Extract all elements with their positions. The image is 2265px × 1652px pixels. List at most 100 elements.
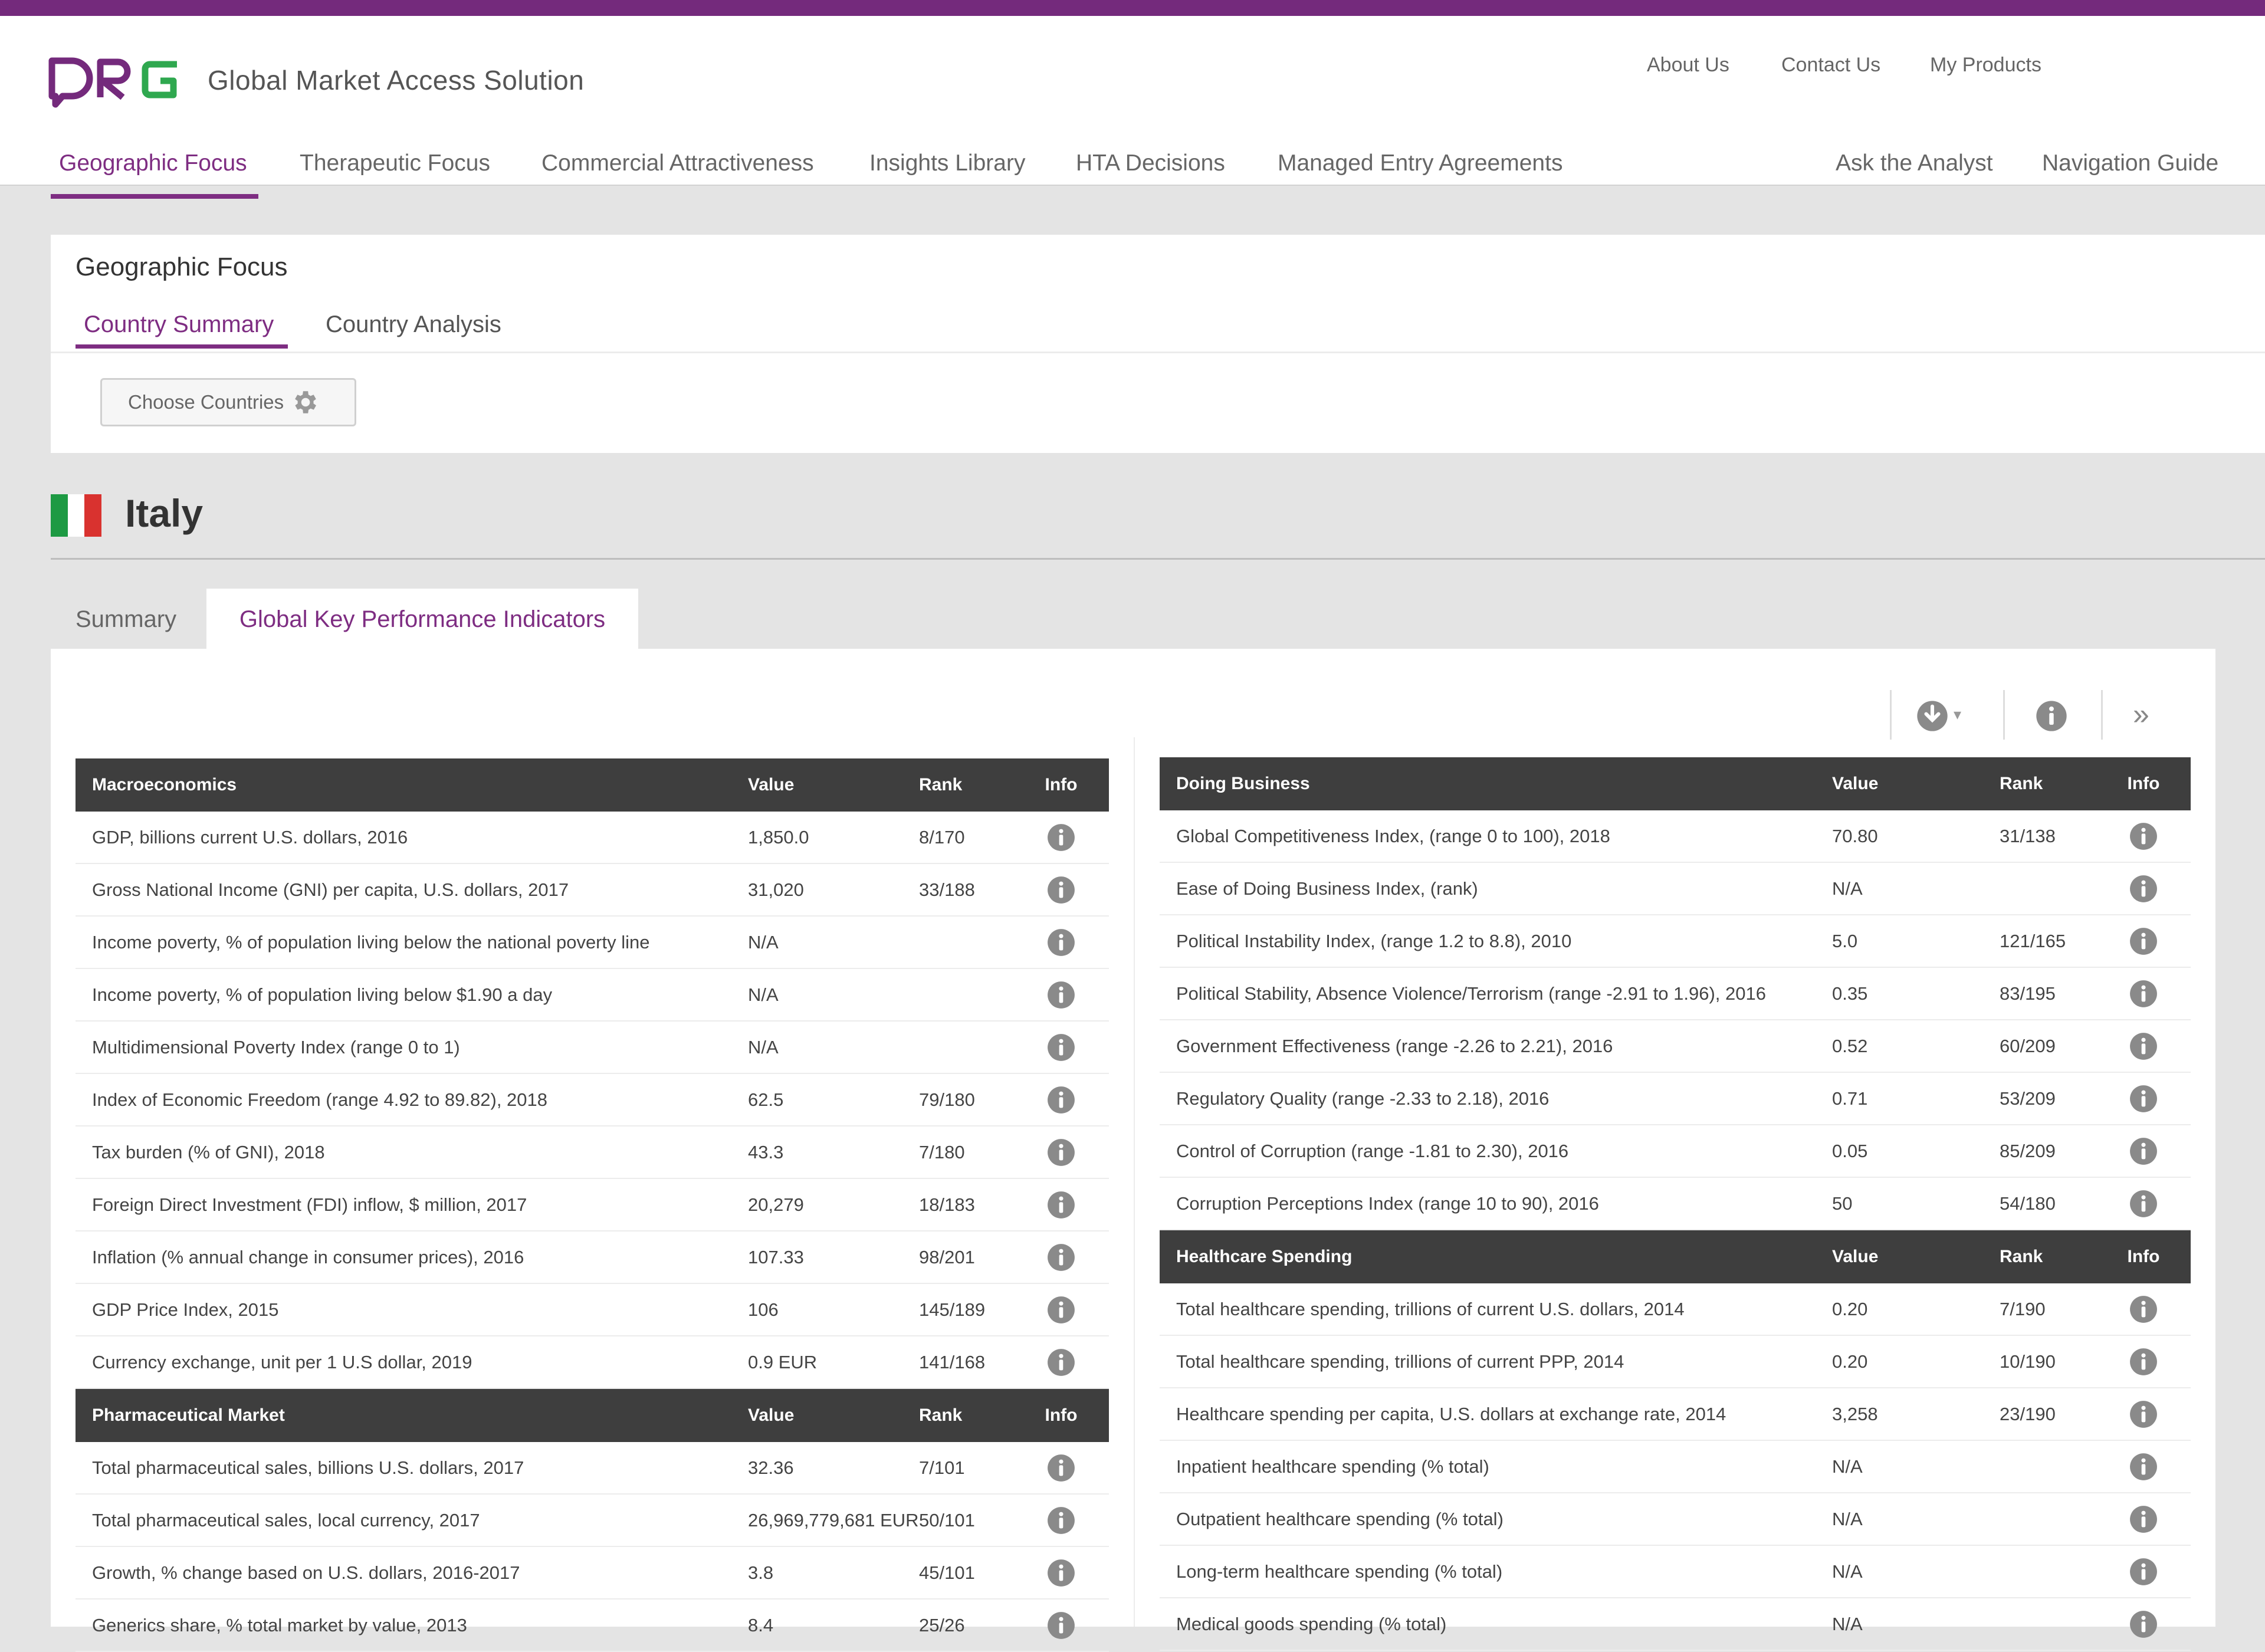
info-icon[interactable] xyxy=(1046,1506,1076,1535)
indicator-label: Index of Economic Freedom (range 4.92 to… xyxy=(76,1073,748,1126)
info-icon[interactable] xyxy=(2129,1610,2158,1639)
info-icon[interactable] xyxy=(2129,1452,2158,1482)
info-icon[interactable] xyxy=(1046,1138,1076,1167)
indicator-rank: 54/180 xyxy=(2000,1177,2096,1230)
indicator-rank: 25/26 xyxy=(919,1599,1013,1652)
info-icon[interactable] xyxy=(2129,1189,2158,1219)
nav-active-indicator xyxy=(51,194,258,199)
info-icon[interactable] xyxy=(1046,1453,1076,1483)
info-cell xyxy=(2096,1545,2191,1598)
indicator-value: N/A xyxy=(1832,1493,2000,1546)
info-icon[interactable] xyxy=(2129,1505,2158,1534)
choose-countries-button[interactable]: Choose Countries xyxy=(100,378,356,426)
info-icon[interactable] xyxy=(1046,875,1076,905)
indicator-label: Total healthcare spending, trillions of … xyxy=(1160,1283,1832,1336)
about-us-link[interactable]: About Us xyxy=(1647,54,1729,77)
indicator-label: Political Stability, Absence Violence/Te… xyxy=(1160,967,1832,1020)
indicator-rank: 45/101 xyxy=(919,1546,1013,1600)
table-row: Corruption Perceptions Index (range 10 t… xyxy=(1160,1177,2191,1230)
indicator-label: Foreign Direct Investment (FDI) inflow, … xyxy=(76,1178,748,1231)
nav-navigation-guide[interactable]: Navigation Guide xyxy=(2042,150,2218,176)
info-icon[interactable] xyxy=(1046,1190,1076,1220)
info-icon[interactable] xyxy=(2129,1084,2158,1114)
info-cell xyxy=(1013,916,1109,969)
indicator-rank xyxy=(2000,1598,2096,1651)
info-button[interactable] xyxy=(2035,699,2068,733)
nav-managed-entry-agreements[interactable]: Managed Entry Agreements xyxy=(1278,150,1562,176)
indicator-rank: 8/170 xyxy=(919,812,1013,864)
info-icon[interactable] xyxy=(2129,1557,2158,1587)
indicator-label: Ease of Doing Business Index, (rank) xyxy=(1160,862,1832,915)
info-cell xyxy=(2096,1335,2191,1388)
rank-column-header: Rank xyxy=(2000,757,2096,810)
indicator-rank: 23/190 xyxy=(2000,1388,2096,1441)
info-icon[interactable] xyxy=(1046,1348,1076,1377)
info-icon[interactable] xyxy=(2129,1295,2158,1324)
info-icon[interactable] xyxy=(2129,979,2158,1009)
info-icon[interactable] xyxy=(1046,1611,1076,1640)
indicator-rank: 53/209 xyxy=(2000,1072,2096,1125)
indicator-rank xyxy=(2000,862,2096,915)
info-icon[interactable] xyxy=(2129,1347,2158,1377)
indicator-label: Inflation (% annual change in consumer p… xyxy=(76,1231,748,1284)
tab-country-summary[interactable]: Country Summary xyxy=(84,311,274,338)
indicator-value: 0.71 xyxy=(1832,1072,2000,1125)
nav-therapeutic-focus[interactable]: Therapeutic Focus xyxy=(300,150,490,176)
info-icon[interactable] xyxy=(2129,874,2158,904)
nav-insights-library[interactable]: Insights Library xyxy=(869,150,1025,176)
table-row: Income poverty, % of population living b… xyxy=(76,916,1109,969)
indicator-label: Healthcare spending per capita, U.S. dol… xyxy=(1160,1388,1832,1441)
tab-country-analysis[interactable]: Country Analysis xyxy=(326,311,501,338)
indicator-label: Currency exchange, unit per 1 U.S dollar… xyxy=(76,1336,748,1389)
indicator-value: N/A xyxy=(748,916,919,969)
indicator-label: Corruption Perceptions Index (range 10 t… xyxy=(1160,1177,1832,1230)
info-cell xyxy=(1013,812,1109,864)
info-icon[interactable] xyxy=(1046,928,1076,957)
tab-global-kpi[interactable]: Global Key Performance Indicators xyxy=(206,589,638,650)
double-chevron-right-icon[interactable]: » xyxy=(2133,699,2166,733)
info-icon[interactable] xyxy=(2129,1400,2158,1429)
nav-geographic-focus[interactable]: Geographic Focus xyxy=(59,150,247,176)
indicator-rank: 18/183 xyxy=(919,1178,1013,1231)
healthcare-spending-header-row: Healthcare Spending Value Rank Info xyxy=(1160,1230,2191,1283)
my-products-link[interactable]: My Products xyxy=(1930,54,2041,77)
download-dropdown[interactable]: ▾ xyxy=(1916,699,1969,733)
indicator-label: Inpatient healthcare spending (% total) xyxy=(1160,1440,1832,1493)
info-icon[interactable] xyxy=(1046,1085,1076,1115)
info-icon[interactable] xyxy=(1046,980,1076,1010)
info-icon[interactable] xyxy=(1046,1558,1076,1588)
nav-ask-the-analyst[interactable]: Ask the Analyst xyxy=(1836,150,1993,176)
table-row: Total healthcare spending, trillions of … xyxy=(1160,1283,2191,1336)
tab-summary[interactable]: Summary xyxy=(76,589,176,650)
value-column-header: Value xyxy=(1832,757,2000,810)
info-icon[interactable] xyxy=(1046,1243,1076,1272)
nav-commercial-attractiveness[interactable]: Commercial Attractiveness xyxy=(541,150,814,176)
indicator-rank xyxy=(919,968,1013,1022)
info-icon[interactable] xyxy=(1046,1295,1076,1325)
right-kpi-table: Doing Business Value Rank Info Global Compet… xyxy=(1160,757,2191,1651)
toolbar-separator xyxy=(2003,690,2005,740)
indicator-rank xyxy=(2000,1545,2096,1598)
info-icon[interactable] xyxy=(1046,823,1076,852)
info-cell xyxy=(2096,1388,2191,1441)
app-header: Global Market Access Solution About Us C… xyxy=(0,16,2265,199)
info-cell xyxy=(2096,1440,2191,1493)
italy-flag-icon xyxy=(51,494,102,537)
indicator-label: Long-term healthcare spending (% total) xyxy=(1160,1545,1832,1598)
contact-us-link[interactable]: Contact Us xyxy=(1781,54,1880,77)
nav-hta-decisions[interactable]: HTA Decisions xyxy=(1076,150,1225,176)
table-row: Government Effectiveness (range -2.26 to… xyxy=(1160,1020,2191,1073)
info-icon[interactable] xyxy=(2129,927,2158,956)
table-row: Outpatient healthcare spending (% total)… xyxy=(1160,1493,2191,1546)
drg-logo[interactable] xyxy=(48,56,184,109)
indicator-value: 50 xyxy=(1832,1177,2000,1230)
indicator-rank xyxy=(2000,1493,2096,1546)
table-row: Ease of Doing Business Index, (rank) N/A xyxy=(1160,862,2191,915)
info-icon[interactable] xyxy=(2129,1032,2158,1061)
indicator-rank: 79/180 xyxy=(919,1073,1013,1126)
info-icon[interactable] xyxy=(1046,1033,1076,1062)
info-icon[interactable] xyxy=(2129,822,2158,851)
indicator-label: GDP Price Index, 2015 xyxy=(76,1283,748,1336)
table-row: Total healthcare spending, trillions of … xyxy=(1160,1335,2191,1388)
info-icon[interactable] xyxy=(2129,1137,2158,1166)
